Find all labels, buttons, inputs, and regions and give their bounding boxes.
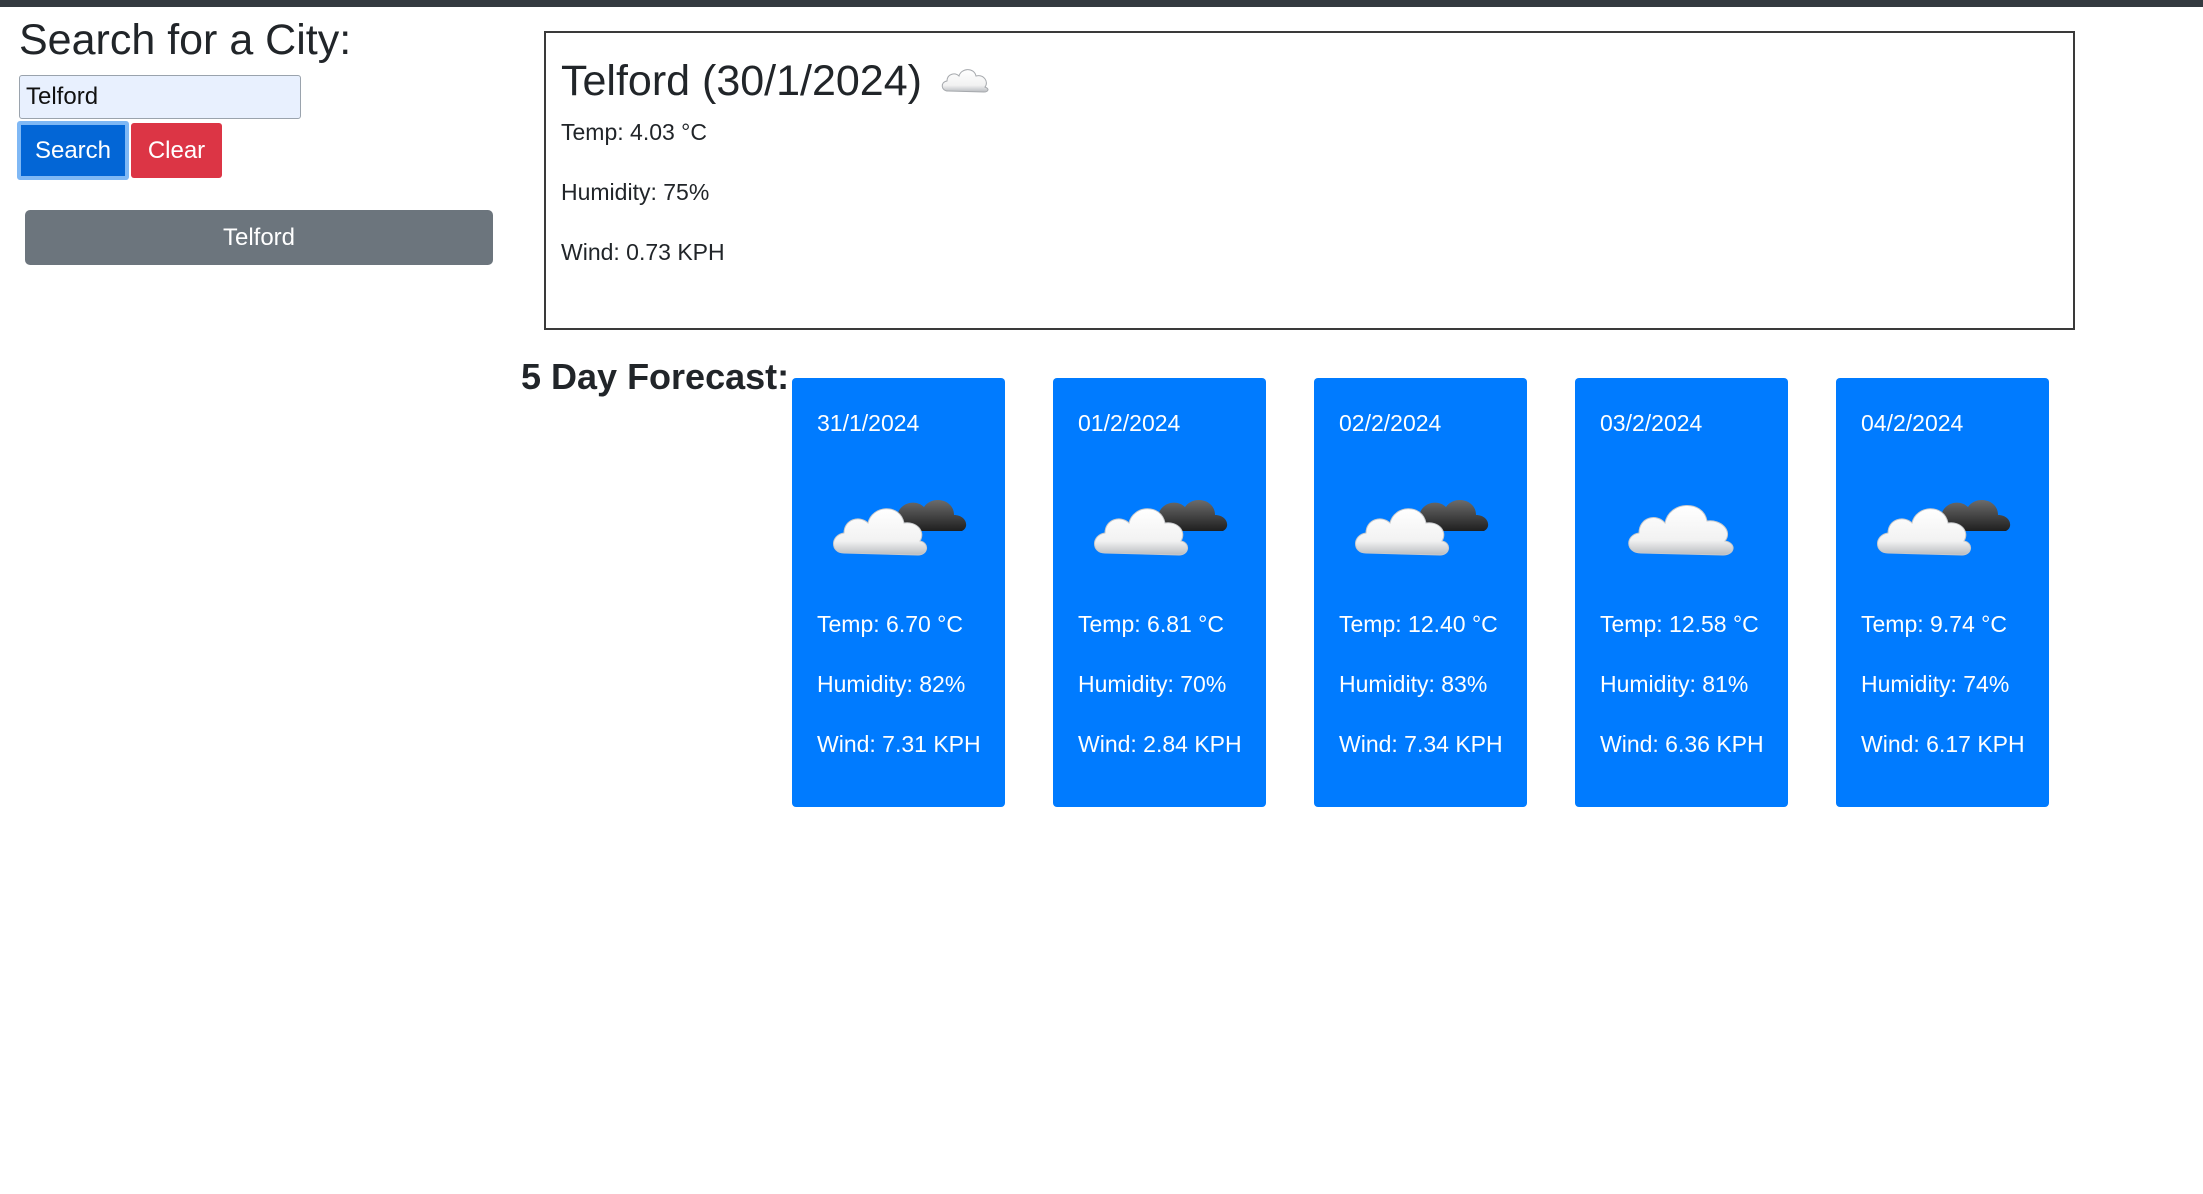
forecast-humidity: Humidity: 70% (1078, 671, 1227, 697)
forecast-date: 01/2/2024 (1078, 410, 1181, 436)
forecast-card: 04/2/2024 Temp: 9.74 °C Humidity: 74% Wi… (1836, 378, 2049, 807)
forecast-humidity: Humidity: 74% (1861, 671, 2010, 697)
current-temp: Temp: 4.03 °C (561, 119, 707, 145)
forecast-date: 03/2/2024 (1600, 410, 1703, 436)
current-weather-panel: Telford (30/1/2024) Temp: 4.03 °C Humidi… (544, 31, 2075, 330)
forecast-wind: Wind: 6.36 KPH (1600, 731, 1764, 757)
forecast-date: 02/2/2024 (1339, 410, 1442, 436)
current-city-date: Telford (30/1/2024) (561, 57, 922, 105)
current-weather-heading: Telford (30/1/2024) (561, 55, 994, 107)
forecast-temp: Temp: 6.81 °C (1078, 611, 1224, 637)
partly-cloudy-icon (828, 475, 972, 559)
forecast-wind: Wind: 2.84 KPH (1078, 731, 1242, 757)
forecast-temp: Temp: 6.70 °C (817, 611, 963, 637)
forecast-humidity: Humidity: 82% (817, 671, 966, 697)
current-humidity: Humidity: 75% (561, 179, 710, 205)
forecast-temp: Temp: 12.40 °C (1339, 611, 1498, 637)
forecast-wind: Wind: 6.17 KPH (1861, 731, 2025, 757)
search-title: Search for a City: (19, 16, 352, 64)
current-wind: Wind: 0.73 KPH (561, 239, 725, 265)
forecast-temp: Temp: 12.58 °C (1600, 611, 1759, 637)
forecast-temp: Temp: 9.74 °C (1861, 611, 2007, 637)
forecast-card: 01/2/2024 Temp: 6.81 °C Humidity: 70% Wi… (1053, 378, 1266, 807)
forecast-card: 02/2/2024 Temp: 12.40 °C Humidity: 83% W… (1314, 378, 1527, 807)
partly-cloudy-icon (1872, 475, 2016, 559)
partly-cloudy-icon (1089, 475, 1233, 559)
forecast-title: 5 Day Forecast: (521, 356, 790, 397)
clear-button[interactable]: Clear (131, 123, 222, 178)
history-city-button[interactable]: Telford (25, 210, 493, 265)
forecast-card: 03/2/2024 Temp: 12.58 °C Humidity: 81% W… (1575, 378, 1788, 807)
forecast-wind: Wind: 7.31 KPH (817, 731, 981, 757)
city-search-input[interactable] (19, 75, 301, 119)
search-button[interactable]: Search (17, 121, 129, 180)
top-bar (0, 0, 2203, 7)
cloud-icon (938, 55, 994, 107)
forecast-humidity: Humidity: 81% (1600, 671, 1749, 697)
forecast-date: 31/1/2024 (817, 410, 920, 436)
cloud-icon (1611, 475, 1755, 559)
forecast-card: 31/1/2024 Temp: 6.70 °C Humidity: 82% Wi… (792, 378, 1005, 807)
forecast-date: 04/2/2024 (1861, 410, 1964, 436)
forecast-wind: Wind: 7.34 KPH (1339, 731, 1503, 757)
forecast-humidity: Humidity: 83% (1339, 671, 1488, 697)
partly-cloudy-icon (1350, 475, 1494, 559)
